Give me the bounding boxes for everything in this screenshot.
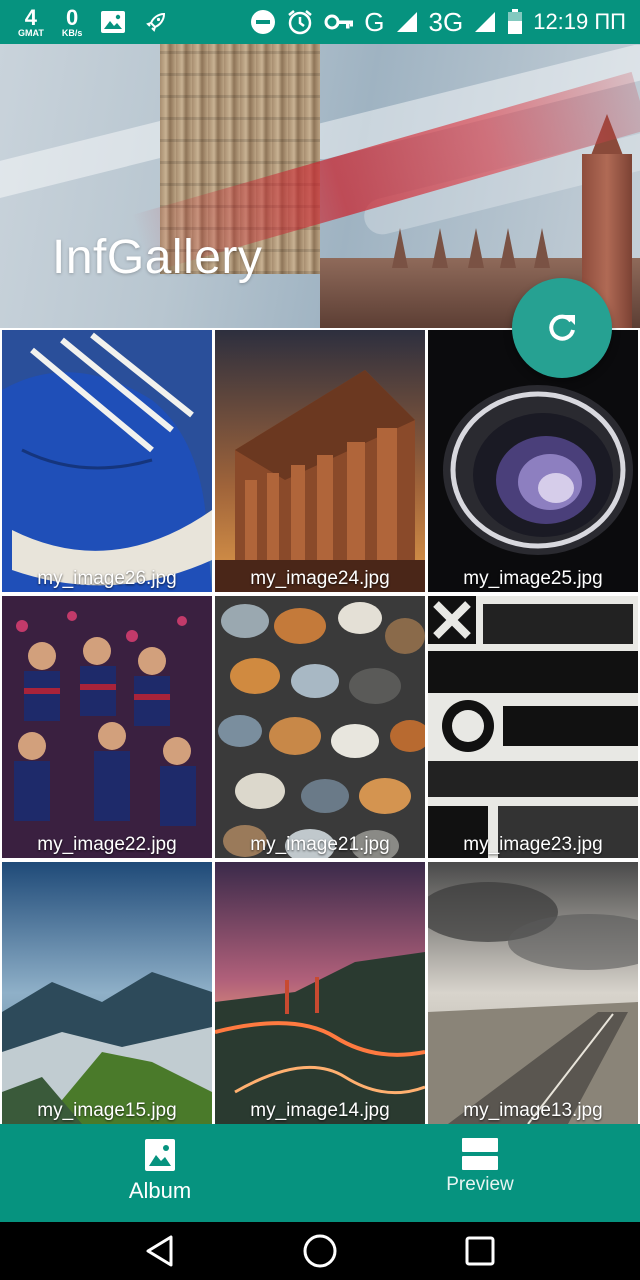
alarm-icon — [286, 8, 314, 36]
battery-icon — [507, 9, 523, 35]
back-icon — [146, 1235, 173, 1267]
image-filename: my_image23.jpg — [463, 834, 603, 855]
signal-icon — [473, 10, 497, 34]
thumbnail-image — [215, 330, 425, 592]
thumbnail-image — [2, 596, 212, 858]
view-stream-icon — [462, 1138, 498, 1170]
back-button[interactable] — [130, 1222, 190, 1280]
nav-album[interactable]: Album — [0, 1124, 320, 1222]
net-speed-indicator: 0 KB/s — [61, 4, 83, 38]
thumbnail-image — [428, 862, 638, 1124]
network-3g: 3G — [428, 6, 464, 37]
net-speed-value: 0 — [65, 4, 79, 30]
refresh-icon — [549, 314, 575, 341]
home-icon — [303, 1234, 337, 1268]
thumbnail-image — [2, 862, 212, 1124]
sim-indicator: 4 GMAT — [18, 4, 44, 38]
bottom-navigation: Album Preview — [0, 1124, 640, 1222]
spire — [468, 228, 484, 268]
image-filename: my_image22.jpg — [37, 834, 177, 855]
grid-item[interactable]: my_image22.jpg — [2, 596, 212, 858]
grid-item[interactable]: my_image26.jpg — [2, 330, 212, 592]
recents-button[interactable] — [450, 1222, 510, 1280]
grid-item[interactable]: my_image23.jpg — [428, 596, 638, 858]
status-bar: 4 GMAT 0 KB/s G 3G 12:19 ПП — [0, 0, 640, 44]
spire — [392, 228, 408, 268]
image-filename: my_image24.jpg — [250, 568, 390, 589]
thumbnail-image — [428, 596, 638, 858]
nav-preview[interactable]: Preview — [320, 1124, 640, 1222]
image-filename: my_image25.jpg — [463, 568, 603, 589]
image-filename: my_image26.jpg — [37, 568, 177, 589]
image-filename: my_image13.jpg — [463, 1100, 603, 1121]
thumbnail-image — [215, 862, 425, 1124]
nav-album-label: Album — [128, 1178, 192, 1203]
sim-number: 4 — [24, 4, 38, 30]
system-navigation-bar — [0, 1222, 640, 1280]
image-filename: my_image14.jpg — [250, 1100, 390, 1121]
recents-icon — [465, 1236, 495, 1266]
refresh-button[interactable] — [512, 278, 612, 378]
do-not-disturb-icon — [250, 9, 276, 35]
clock: 12:19 ПП — [533, 9, 626, 34]
app-title: InfGallery — [52, 231, 263, 284]
grid-item[interactable]: my_image24.jpg — [215, 330, 425, 592]
network-g: G — [364, 6, 385, 37]
image-filename: my_image15.jpg — [37, 1100, 177, 1121]
signal-icon — [395, 10, 419, 34]
spire — [534, 228, 550, 268]
grid-item[interactable]: my_image15.jpg — [2, 862, 212, 1124]
spire — [432, 228, 448, 268]
rocket-icon — [144, 10, 168, 34]
vpn-key-icon — [324, 12, 354, 32]
grid-item[interactable]: my_image13.jpg — [428, 862, 638, 1124]
home-button[interactable] — [290, 1222, 350, 1280]
thumbnail-image — [2, 330, 212, 592]
thumbnail-image — [215, 596, 425, 858]
image-grid: my_image26.jpg my_image24.jpg my_image25… — [0, 328, 640, 1124]
grid-item[interactable]: my_image14.jpg — [215, 862, 425, 1124]
photo-album-icon — [145, 1139, 175, 1171]
sim-label: GMAT — [18, 27, 44, 38]
nav-preview-label: Preview — [446, 1174, 514, 1195]
net-speed-unit: KB/s — [61, 27, 83, 38]
grid-item[interactable]: my_image21.jpg — [215, 596, 425, 858]
image-icon — [100, 10, 126, 34]
spire — [500, 228, 516, 268]
image-filename: my_image21.jpg — [250, 834, 390, 855]
